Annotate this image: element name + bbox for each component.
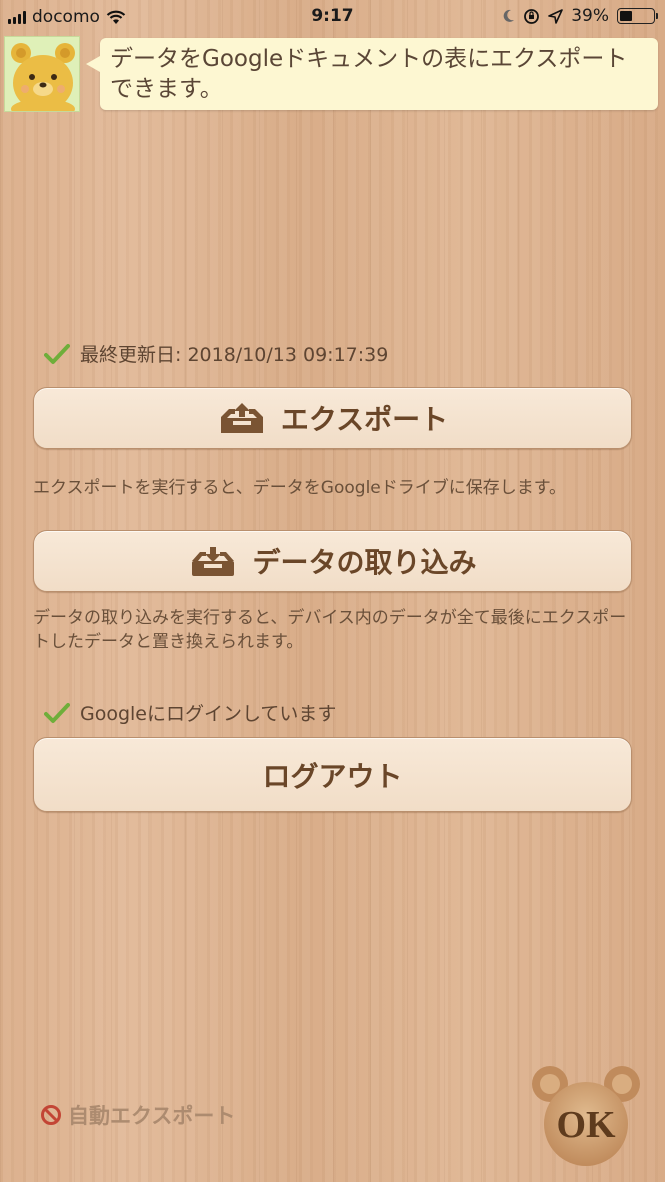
tray-upload-icon <box>220 403 263 433</box>
battery-icon <box>617 8 658 24</box>
import-button[interactable]: データの取り込み <box>33 530 632 592</box>
help-message: データをGoogleドキュメントの表にエクスポートできます。 <box>110 46 628 102</box>
checkmark-icon <box>44 343 70 364</box>
last-updated-row: 最終更新日: 2018/10/13 09:17:39 <box>44 340 388 367</box>
export-button[interactable]: エクスポート <box>33 387 632 449</box>
login-status-row: Googleにログインしています <box>44 699 336 726</box>
ok-button[interactable]: OK <box>530 1062 642 1166</box>
tray-download-icon <box>192 547 235 576</box>
bear-ok-icon: OK <box>532 1066 640 1166</box>
import-description: データの取り込みを実行すると、デバイス内のデータが全て最後にエクスポートしたデー… <box>33 608 627 652</box>
export-button-label: エクスポート <box>280 403 449 436</box>
export-description: エクスポートを実行すると、データをGoogleドライブに保存します。 <box>33 478 567 498</box>
status-bar: docomo 9:17 39% <box>0 0 665 34</box>
logout-button[interactable]: ログアウト <box>33 737 632 812</box>
help-bubble: データをGoogleドキュメントの表にエクスポートできます。 <box>86 38 658 110</box>
import-button-label: データの取り込み <box>252 546 477 579</box>
auto-export-label: 自動エクスポート <box>68 1104 236 1128</box>
ok-label: OK <box>556 1104 616 1146</box>
auto-export-toggle[interactable]: 自動エクスポート <box>40 1100 235 1130</box>
bear-avatar <box>4 36 80 112</box>
logout-button-label: ログアウト <box>262 759 403 793</box>
last-updated-label: 最終更新日: 2018/10/13 09:17:39 <box>80 344 389 366</box>
login-status-label: Googleにログインしています <box>80 703 337 725</box>
status-right: 39% <box>502 6 658 26</box>
location-icon <box>548 8 564 24</box>
battery-percent: 39% <box>571 6 609 26</box>
bear-face-icon <box>11 43 75 111</box>
moon-icon <box>503 9 515 22</box>
rotation-lock-icon <box>524 8 540 24</box>
checkmark-icon <box>44 702 70 723</box>
prohibited-icon <box>41 1105 61 1125</box>
